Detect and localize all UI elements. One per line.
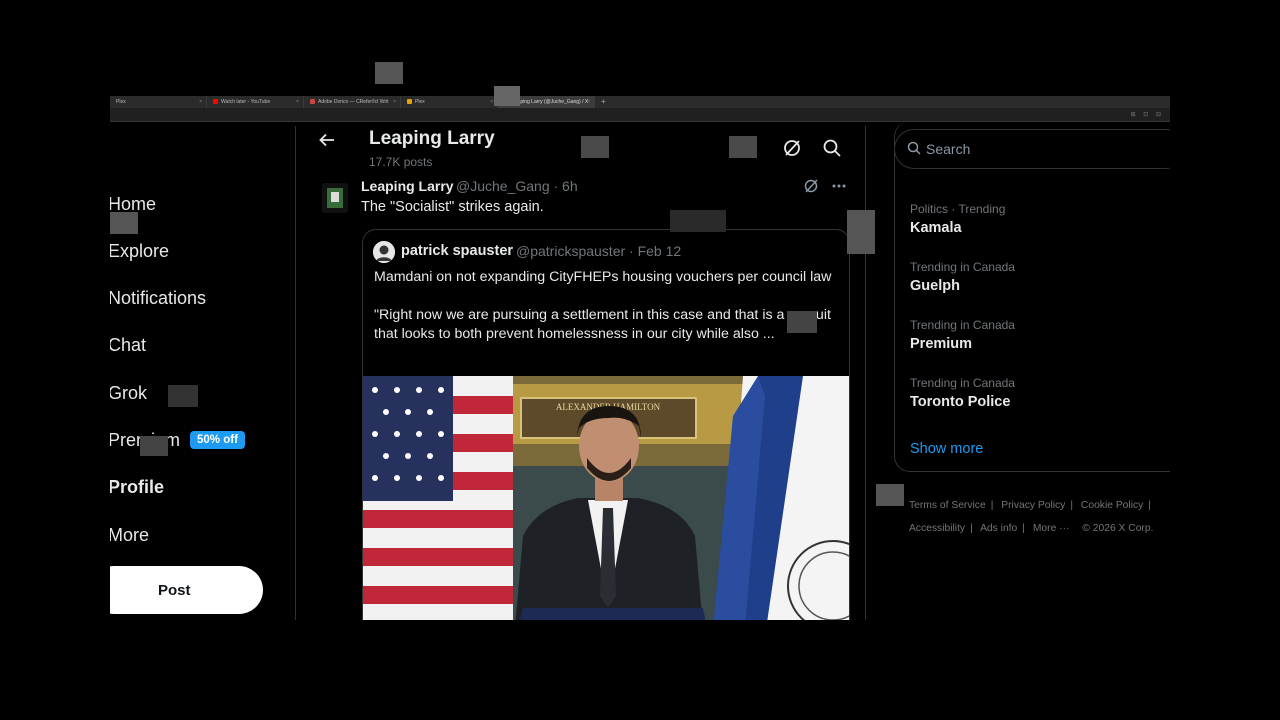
left-sidebar-nav: Home Explore Notifications Chat Grok Pre… (110, 121, 296, 620)
glitch-block (847, 210, 875, 254)
glitch-block (729, 136, 757, 158)
trend-name: Kamala (910, 220, 962, 236)
search-input[interactable]: Search (894, 129, 1170, 169)
plex-icon (407, 99, 412, 105)
footer-more-link[interactable]: More ··· (1033, 523, 1070, 534)
quote-author-name[interactable]: patrick spauster (401, 243, 513, 259)
tab-title: Plex (415, 99, 425, 105)
nav-more[interactable]: More (110, 525, 149, 546)
close-tab-icon[interactable]: × (296, 96, 299, 108)
browser-tab[interactable]: Adobe Dorico — CRefer/Icl Writ × (304, 96, 401, 108)
nav-profile[interactable]: Profile (110, 477, 164, 498)
trend-name: Toronto Police (910, 394, 1011, 410)
tab-title: Plex (116, 99, 126, 105)
trend-item[interactable]: Trending in Canada Premium (910, 318, 1015, 352)
tab-title: Leaping Larry (@Juche_Gang) / X (512, 99, 589, 105)
glitch-block (110, 212, 138, 234)
tweet-handle-time[interactable]: @Juche_Gang · 6h (456, 178, 578, 194)
column-divider (865, 126, 866, 620)
footer-copyright: © 2026 X Corp. (1082, 523, 1154, 534)
profile-timeline: Leaping Larry 17.7K posts Leaping Larry … (300, 121, 865, 620)
profile-name: Leaping Larry (369, 128, 495, 149)
footer-accessibility-link[interactable]: Accessibility (909, 523, 965, 534)
nav-grok[interactable]: Grok (110, 383, 147, 404)
quote-handle-date[interactable]: @patrickspauster · Feb 12 (516, 243, 681, 259)
author-avatar[interactable] (322, 183, 348, 213)
quote-paragraph: "Right now we are pursuing a settlement … (374, 307, 831, 342)
browser-tab[interactable]: Plex × (110, 96, 207, 108)
sidebar-footer: Terms of Service | Privacy Policy | Cookie… (909, 500, 1154, 534)
right-sidebar: Politics · Trending Kamala Trending in C… (894, 121, 1170, 620)
glitch-block (787, 311, 817, 333)
grok-and-more-icons[interactable] (803, 177, 847, 195)
tweet-actions (803, 177, 847, 200)
glitch-block (494, 86, 520, 106)
tab-title: Watch later - YouTube (221, 99, 271, 105)
glitch-block (876, 484, 904, 506)
tweet-author-name[interactable]: Leaping Larry (361, 178, 454, 194)
close-tab-icon[interactable]: × (199, 96, 202, 108)
quoted-tweet[interactable]: patrick spauster @patrickspauster · Feb … (362, 229, 850, 620)
nav-chat[interactable]: Chat (110, 335, 146, 356)
glitch-block (670, 210, 726, 232)
glitch-block (581, 136, 609, 158)
us-flag (363, 376, 513, 620)
search-icon[interactable] (821, 137, 843, 159)
footer-privacy-link[interactable]: Privacy Policy (1001, 500, 1065, 511)
browser-tab[interactable]: Plex × (401, 96, 498, 108)
glitch-block (375, 62, 403, 84)
podium (520, 608, 706, 620)
nav-notifications[interactable]: Notifications (110, 288, 206, 309)
post-button[interactable]: Post (110, 566, 263, 614)
close-tab-icon[interactable]: × (587, 96, 590, 108)
trend-meta: Trending in Canada (910, 376, 1015, 390)
close-tab-icon[interactable]: × (393, 96, 396, 108)
post-count: 17.7K posts (369, 155, 433, 169)
trend-item[interactable]: Trending in Canada Guelph (910, 260, 1015, 294)
back-arrow-icon[interactable] (318, 131, 336, 154)
trend-meta: Politics · Trending (910, 202, 1006, 216)
browser-tab[interactable]: Watch later - YouTube × (207, 96, 304, 108)
close-tab-icon[interactable]: × (490, 96, 493, 108)
extension-icons[interactable]: ⊞ ⊡ ⊟ (1131, 111, 1164, 118)
tab-title: Adobe Dorico — CRefer/Icl Writ (318, 99, 389, 105)
quote-author-avatar[interactable] (373, 241, 395, 263)
trend-item[interactable]: Trending in Canada Toronto Police (910, 376, 1015, 410)
trend-meta: Trending in Canada (910, 318, 1015, 332)
glitch-block (168, 385, 198, 407)
nav-premium[interactable]: Premium50% off (110, 430, 245, 451)
trend-name: Guelph (910, 278, 960, 294)
youtube-icon (213, 99, 218, 105)
nav-explore[interactable]: Explore (110, 241, 169, 262)
search-placeholder: Search (926, 141, 971, 157)
app-icon (310, 99, 315, 105)
trend-name: Premium (910, 336, 973, 352)
trend-meta: Trending in Canada (910, 260, 1015, 274)
new-tab-button[interactable]: + (595, 96, 612, 108)
address-bar[interactable]: ⊞ ⊡ ⊟ (110, 108, 1170, 122)
footer-terms-link[interactable]: Terms of Service (909, 500, 986, 511)
show-more-link[interactable]: Show more (910, 441, 983, 457)
footer-ads-link[interactable]: Ads info (980, 523, 1017, 534)
quote-paragraph: Mamdani on not expanding CityFHEPs housi… (374, 269, 832, 285)
browser-tab-bar: Plex × Watch later - YouTube × Adobe Doric… (110, 96, 1170, 108)
glitch-block (140, 436, 168, 456)
footer-cookie-link[interactable]: Cookie Policy (1081, 500, 1143, 511)
tweet-text: The "Socialist" strikes again. (361, 199, 544, 215)
press-conference-image[interactable]: ALEXANDER HAMILTON (363, 376, 849, 620)
premium-discount-badge: 50% off (190, 431, 245, 449)
quote-text: Mamdani on not expanding CityFHEPs housi… (374, 268, 834, 363)
column-divider (295, 126, 296, 620)
trend-item[interactable]: Politics · Trending Kamala (910, 202, 1005, 236)
search-icon (907, 141, 921, 160)
grok-icon[interactable] (781, 137, 803, 159)
trending-panel: Politics · Trending Kamala Trending in C… (894, 121, 1170, 472)
screen-recording-frame: Plex × Watch later - YouTube × Adobe Doric… (110, 96, 1170, 620)
